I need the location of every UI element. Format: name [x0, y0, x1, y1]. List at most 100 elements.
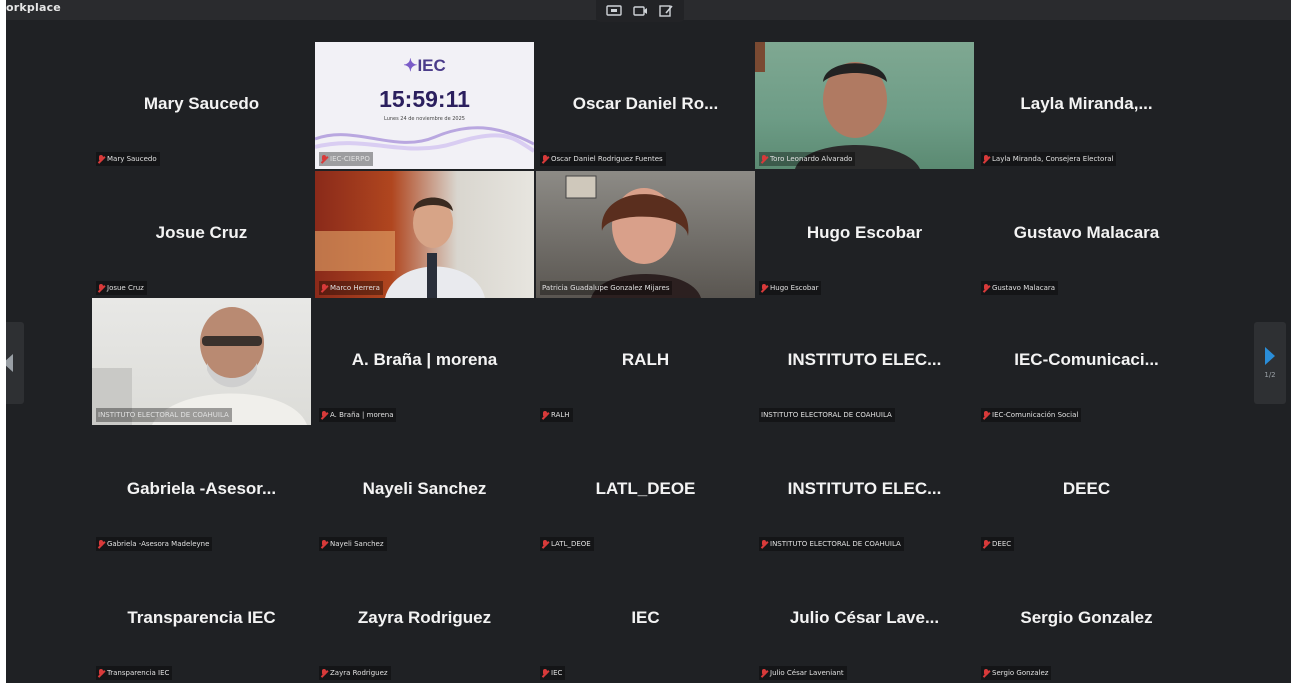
participant-name: Sergio Gonzalez: [1020, 608, 1153, 627]
participant-name: IEC-Comunicaci...: [1014, 350, 1159, 369]
participant-label: IEC-Comunicación Social: [981, 408, 1082, 422]
participant-name: Julio César Lave...: [789, 608, 940, 627]
participant-label: Patricia Guadalupe Gonzalez Mijares: [540, 281, 673, 295]
participant-name: Transparencia IEC: [127, 608, 276, 627]
participant-tile[interactable]: Transparencia IEC Transparencia IEC: [92, 556, 311, 683]
participant-name: DEEC: [1062, 479, 1111, 498]
participant-tile[interactable]: INSTITUTO ELEC... INSTITUTO ELECTORAL DE …: [755, 427, 974, 554]
muted-mic-icon: [98, 668, 104, 678]
participant-tile[interactable]: Layla Miranda,... Layla Miranda, Consejer…: [977, 42, 1196, 169]
participant-label-text: Sergio Gonzalez: [992, 669, 1049, 677]
participant-tile[interactable]: Marco Herrera: [315, 171, 534, 298]
muted-mic-icon: [98, 283, 104, 293]
person-silhouette: [315, 197, 485, 298]
participant-label-text: RALH: [551, 411, 570, 419]
participant-label-text: Hugo Escobar: [770, 284, 819, 292]
participant-label: INSTITUTO ELECTORAL DE COAHUILA: [759, 537, 904, 551]
participant-label: Toro Leonardo Alvarado: [759, 152, 856, 166]
edit-icon[interactable]: [654, 2, 678, 20]
participant-tile[interactable]: Mary Saucedo Mary Saucedo: [92, 42, 311, 169]
participant-name: INSTITUTO ELEC...: [787, 479, 942, 498]
muted-mic-icon: [98, 154, 104, 164]
participant-tile[interactable]: Gustavo Malacara Gustavo Malacara: [977, 171, 1196, 298]
muted-mic-icon: [983, 283, 989, 293]
muted-mic-icon: [542, 539, 548, 549]
next-page-button[interactable]: 1/2: [1254, 322, 1286, 404]
participant-label: Oscar Daniel Rodriguez Fuentes: [540, 152, 666, 166]
participant-tile[interactable]: Gabriela -Asesor... Gabriela -Asesora Mad…: [92, 427, 311, 554]
participant-name: INSTITUTO ELEC...: [787, 350, 942, 369]
participant-label-text: Nayeli Sanchez: [330, 540, 384, 548]
participant-label: RALH: [540, 408, 573, 422]
participant-tile[interactable]: Zayra Rodriguez Zayra Rodriguez: [315, 556, 534, 683]
participant-label-text: Gustavo Malacara: [992, 284, 1056, 292]
participant-tile[interactable]: LATL_DEOE LATL_DEOE: [536, 427, 755, 554]
muted-mic-icon: [983, 410, 989, 420]
participant-label: INSTITUTO ELECTORAL DE COAHUILA: [96, 408, 232, 422]
participant-label-text: Zayra Rodriguez: [330, 669, 388, 677]
camera-switch-icon[interactable]: [628, 2, 652, 20]
meeting-window: orkplace 1/2 Mary Saucedo Mary Saucedo ✦IE…: [6, 0, 1291, 683]
participant-name: Gustavo Malacara: [1013, 223, 1160, 242]
participant-tile[interactable]: A. Braña | morena A. Braña | morena: [315, 298, 534, 425]
participant-name: Oscar Daniel Ro...: [572, 94, 719, 113]
participant-label: Sergio Gonzalez: [981, 666, 1052, 680]
participant-tile[interactable]: Patricia Guadalupe Gonzalez Mijares: [536, 171, 755, 298]
muted-mic-icon: [983, 668, 989, 678]
participant-tile[interactable]: Nayeli Sanchez Nayeli Sanchez: [315, 427, 534, 554]
muted-mic-icon: [542, 668, 548, 678]
screen-share-icon[interactable]: [602, 2, 626, 20]
muted-mic-icon: [542, 154, 548, 164]
participant-label-text: IEC: [551, 669, 563, 677]
window-title: orkplace: [6, 1, 61, 14]
participant-label: Gustavo Malacara: [981, 281, 1059, 295]
participant-tile[interactable]: Julio César Lave... Julio César Laveniant: [755, 556, 974, 683]
participant-name: Hugo Escobar: [806, 223, 923, 242]
participant-tile[interactable]: INSTITUTO ELEC... INSTITUTO ELECTORAL DE …: [755, 298, 974, 425]
participant-tile[interactable]: Toro Leonardo Alvarado: [755, 42, 974, 169]
participant-label-text: INSTITUTO ELECTORAL DE COAHUILA: [761, 411, 892, 419]
participant-tile[interactable]: Sergio Gonzalez Sergio Gonzalez: [977, 556, 1196, 683]
participant-label: Nayeli Sanchez: [319, 537, 387, 551]
participant-tile[interactable]: IEC IEC: [536, 556, 755, 683]
muted-mic-icon: [761, 539, 767, 549]
muted-mic-icon: [321, 410, 327, 420]
iec-logo: ✦IEC: [403, 56, 446, 75]
participant-tile[interactable]: IEC-Comunicaci... IEC-Comunicación Social: [977, 298, 1196, 425]
participant-tile[interactable]: ✦IEC 15:59:11 Lunes 24 de noviembre de 202…: [315, 42, 534, 169]
participant-tile[interactable]: Oscar Daniel Ro... Oscar Daniel Rodriguez…: [536, 42, 755, 169]
chevron-left-icon: [6, 354, 13, 372]
participant-label: A. Braña | morena: [319, 408, 397, 422]
participant-grid: Mary Saucedo Mary Saucedo ✦IEC 15:59:11 Lune…: [92, 42, 1197, 683]
participant-tile[interactable]: INSTITUTO ELECTORAL DE COAHUILA: [92, 298, 311, 425]
participant-label: DEEC: [981, 537, 1015, 551]
participant-label-text: Layla Miranda, Consejera Electoral: [992, 155, 1114, 163]
participant-label-text: INSTITUTO ELECTORAL DE COAHUILA: [770, 540, 901, 548]
participant-label: Julio César Laveniant: [759, 666, 847, 680]
participant-video: [92, 298, 311, 425]
participant-label: INSTITUTO ELECTORAL DE COAHUILA: [759, 408, 895, 422]
muted-mic-icon: [761, 668, 767, 678]
participant-name: Nayeli Sanchez: [362, 479, 487, 498]
muted-mic-icon: [98, 539, 104, 549]
participant-label: Gabriela -Asesora Madeleyne: [96, 537, 213, 551]
participant-label-text: Toro Leonardo Alvarado: [770, 155, 853, 163]
muted-mic-icon: [761, 283, 767, 293]
participant-tile[interactable]: RALH RALH: [536, 298, 755, 425]
participant-label: Mary Saucedo: [96, 152, 160, 166]
participant-name: RALH: [621, 350, 670, 369]
muted-mic-icon: [321, 539, 327, 549]
slide-clock: 15:59:11: [379, 86, 470, 112]
participant-label: Layla Miranda, Consejera Electoral: [981, 152, 1117, 166]
participant-tile[interactable]: Hugo Escobar Hugo Escobar: [755, 171, 974, 298]
participant-name: IEC: [631, 608, 660, 627]
participant-label: LATL_DEOE: [540, 537, 594, 551]
participant-label-text: Julio César Laveniant: [770, 669, 844, 677]
participant-label-text: Mary Saucedo: [107, 155, 157, 163]
participant-tile[interactable]: DEEC DEEC: [977, 427, 1196, 554]
participant-label-text: Patricia Guadalupe Gonzalez Mijares: [542, 284, 670, 292]
muted-mic-icon: [983, 539, 989, 549]
previous-page-button[interactable]: [6, 322, 24, 404]
participant-label-text: Gabriela -Asesora Madeleyne: [107, 540, 210, 548]
participant-tile[interactable]: Josue Cruz Josue Cruz: [92, 171, 311, 298]
